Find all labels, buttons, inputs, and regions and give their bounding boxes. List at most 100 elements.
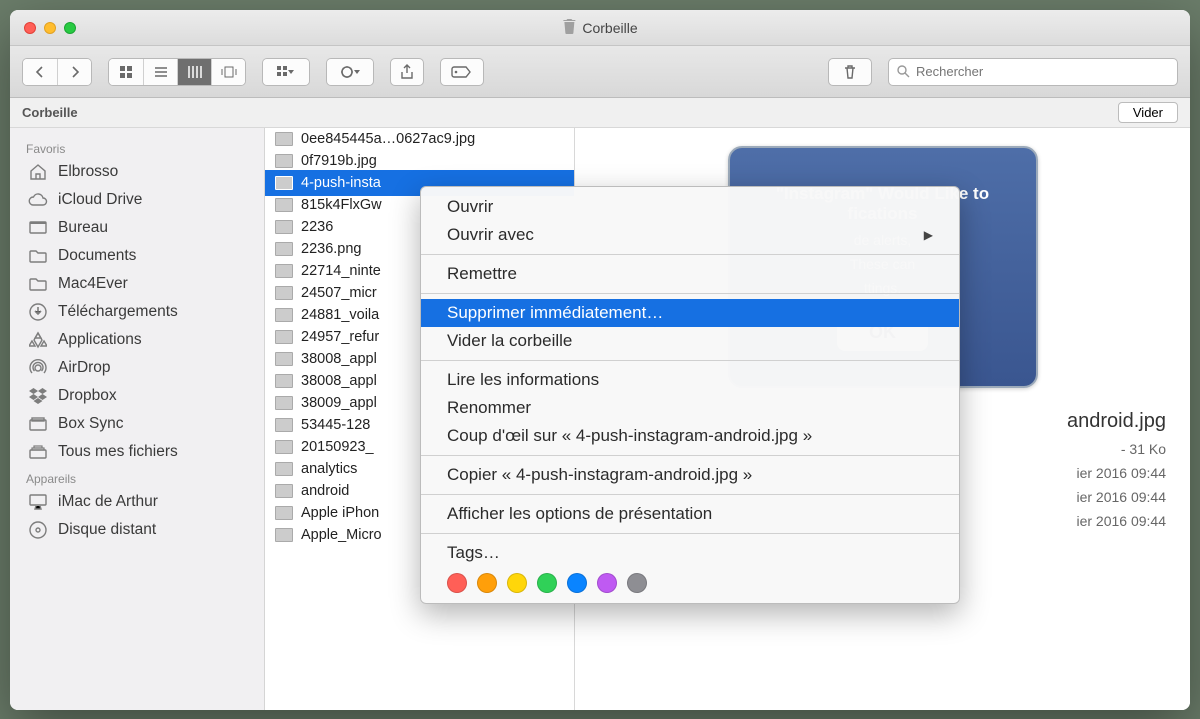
search-icon [897,65,910,78]
sidebar-item-label: iMac de Arthur [58,493,158,511]
file-icon [275,418,293,432]
menu-item[interactable]: Supprimer immédiatement… [421,299,959,327]
file-icon [275,286,293,300]
sidebar-item-documents[interactable]: Documents [10,242,264,270]
file-icon [275,198,293,212]
context-menu: Ouvrir Ouvrir avec▶ Remettre Supprimer immé… [420,186,960,604]
menu-item[interactable]: Tags… [421,539,959,567]
desktop-icon [28,218,48,238]
menu-item[interactable]: Lire les informations [421,366,959,394]
column-view-button[interactable] [177,59,211,85]
tag-color-dot[interactable] [537,573,557,593]
menu-item[interactable]: Copier « 4-push-instagram-android.jpg » [421,461,959,489]
menu-item-label: Renommer [447,398,531,418]
menu-separator [421,533,959,534]
sidebar-item-disque-distant[interactable]: Disque distant [10,516,264,544]
list-view-button[interactable] [143,59,177,85]
icon-view-button[interactable] [109,59,143,85]
menu-item-label: Tags… [447,543,500,563]
tag-color-dot[interactable] [627,573,647,593]
menu-item-label: Afficher les options de présentation [447,504,712,524]
sidebar: FavorisElbrossoiCloud DriveBureauDocumen… [10,128,265,710]
file-icon [275,264,293,278]
empty-trash-button[interactable]: Vider [1118,102,1178,123]
back-button[interactable] [23,59,57,85]
sidebar-item-label: Téléchargements [58,303,178,321]
file-icon [275,374,293,388]
menu-separator [421,293,959,294]
tag-color-dot[interactable] [567,573,587,593]
sidebar-item-dropbox[interactable]: Dropbox [10,382,264,410]
action-button-group [326,58,374,86]
tag-color-dot[interactable] [597,573,617,593]
arrange-button[interactable] [263,59,309,85]
file-name: 0f7919b.jpg [301,153,377,169]
sidebar-item-téléchargements[interactable]: Téléchargements [10,298,264,326]
menu-separator [421,360,959,361]
menu-separator [421,455,959,456]
window-title: Corbeille [562,18,637,37]
file-name: 38009_appl [301,395,377,411]
tag-color-dot[interactable] [507,573,527,593]
minimize-window-button[interactable] [44,22,56,34]
menu-item-label: Ouvrir avec [447,225,534,245]
sidebar-item-label: Tous mes fichiers [58,443,178,461]
sidebar-item-applications[interactable]: Applications [10,326,264,354]
file-name: 4-push-insta [301,175,381,191]
menu-item[interactable]: Afficher les options de présentation [421,500,959,528]
tag-color-dot[interactable] [447,573,467,593]
file-name: 815k4FlxGw [301,197,382,213]
menu-item[interactable]: Coup d'œil sur « 4-push-instagram-androi… [421,422,959,450]
forward-button[interactable] [57,59,91,85]
sidebar-item-elbrosso[interactable]: Elbrosso [10,158,264,186]
sidebar-item-label: Dropbox [58,387,117,405]
search-input[interactable] [916,64,1169,79]
search-box[interactable] [888,58,1178,86]
file-row[interactable]: 0f7919b.jpg [265,150,574,172]
share-button[interactable] [390,58,424,86]
fullscreen-window-button[interactable] [64,22,76,34]
tag-color-dot[interactable] [477,573,497,593]
sidebar-item-label: Disque distant [58,521,156,539]
file-name: android [301,483,349,499]
menu-separator [421,494,959,495]
toolbar [10,46,1190,98]
delete-button[interactable] [828,58,872,86]
file-icon [275,176,293,190]
file-icon [275,220,293,234]
file-icon [275,528,293,542]
menu-item[interactable]: Remettre [421,260,959,288]
file-name: 38008_appl [301,351,377,367]
menu-item[interactable]: Vider la corbeille [421,327,959,355]
sidebar-section-header: Appareils [10,466,264,488]
file-name: Apple_Micro [301,527,382,543]
file-row[interactable]: 0ee845445a…0627ac9.jpg [265,128,574,150]
action-menu-button[interactable] [327,59,373,85]
tags-button[interactable] [440,58,484,86]
sidebar-item-imac-de-arthur[interactable]: iMac de Arthur [10,488,264,516]
menu-item-label: Ouvrir [447,197,493,217]
menu-item-label: Coup d'œil sur « 4-push-instagram-androi… [447,426,812,446]
sidebar-item-box-sync[interactable]: Box Sync [10,410,264,438]
sidebar-item-mac4ever[interactable]: Mac4Ever [10,270,264,298]
box-icon [28,414,48,434]
file-name: 53445-128 [301,417,370,433]
sidebar-item-bureau[interactable]: Bureau [10,214,264,242]
file-name: 22714_ninte [301,263,381,279]
sidebar-item-icloud-drive[interactable]: iCloud Drive [10,186,264,214]
location-label: Corbeille [22,105,78,120]
menu-item[interactable]: Renommer [421,394,959,422]
sidebar-item-airdrop[interactable]: AirDrop [10,354,264,382]
sidebar-item-label: Box Sync [58,415,123,433]
menu-item[interactable]: Ouvrir avec▶ [421,221,959,249]
menu-item[interactable]: Ouvrir [421,193,959,221]
menu-item-label: Vider la corbeille [447,331,572,351]
folder-icon [28,246,48,266]
file-icon [275,396,293,410]
sidebar-item-tous-mes-fichiers[interactable]: Tous mes fichiers [10,438,264,466]
coverflow-view-button[interactable] [211,59,245,85]
nav-buttons [22,58,92,86]
close-window-button[interactable] [24,22,36,34]
file-icon [275,506,293,520]
sidebar-item-label: Mac4Ever [58,275,128,293]
